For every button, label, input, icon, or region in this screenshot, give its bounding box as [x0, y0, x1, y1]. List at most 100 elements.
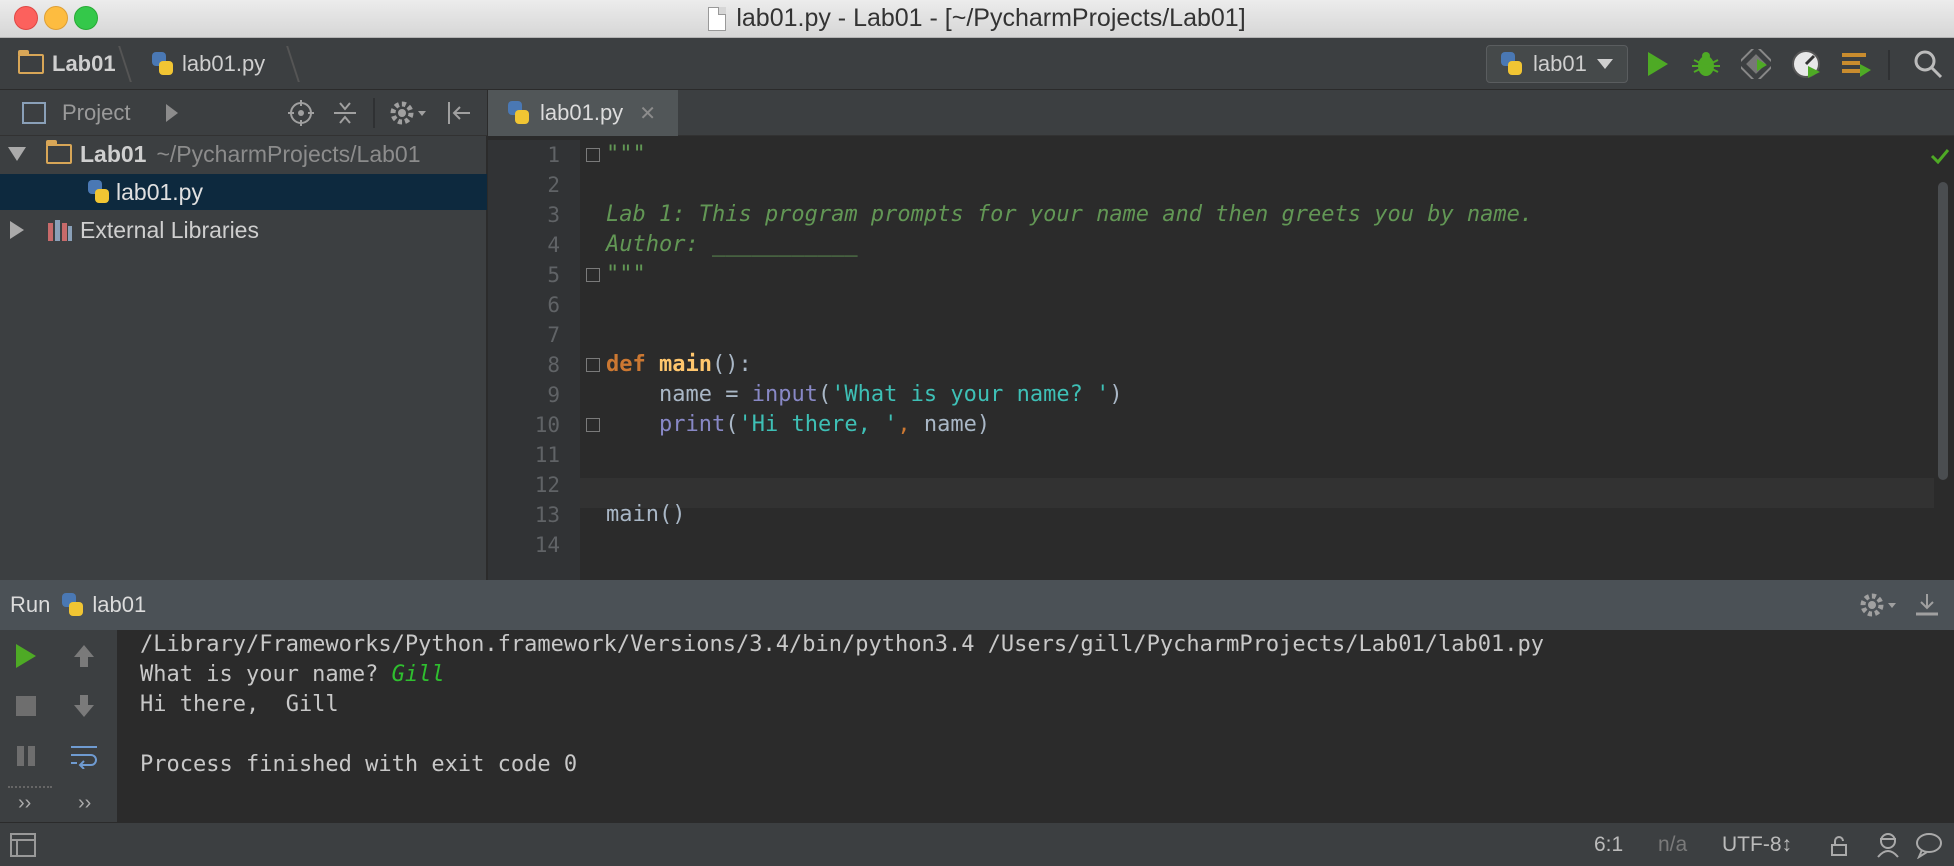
line-number: 4	[547, 233, 560, 257]
run-configuration-select[interactable]: lab01	[1486, 45, 1628, 83]
more-actions-icon[interactable]: ››	[18, 792, 31, 815]
breadcrumb-file[interactable]: lab01.py	[150, 38, 265, 90]
folder-icon	[18, 50, 44, 74]
concurrency-icon	[1842, 53, 1871, 77]
fold-marker-icon[interactable]	[586, 148, 600, 162]
line-number: 2	[547, 173, 560, 197]
expand-arrow-icon[interactable]	[8, 147, 26, 161]
gear-icon[interactable]	[390, 100, 430, 126]
fold-marker-icon[interactable]	[586, 418, 600, 432]
scroll-from-source-icon[interactable]	[288, 100, 314, 126]
lock-icon[interactable]	[1830, 835, 1850, 857]
code-token: (	[725, 412, 739, 437]
keyword-token: def	[606, 352, 659, 377]
python-icon	[60, 592, 84, 618]
run-button[interactable]	[1640, 46, 1676, 82]
status-bar: 6:1 n/a UTF-8↕	[0, 822, 1954, 866]
console-prompt: What is your name?	[140, 662, 392, 687]
line-number: 10	[534, 413, 560, 437]
inspector-icon[interactable]	[1874, 831, 1902, 859]
hide-panel-icon[interactable]	[446, 100, 472, 126]
python-file-icon	[506, 100, 530, 126]
close-tab-icon[interactable]: ✕	[639, 101, 656, 126]
code-line-13: main()	[606, 502, 686, 527]
python-icon	[1499, 51, 1523, 77]
chevron-down-icon	[1596, 59, 1613, 69]
gear-icon[interactable]	[1860, 592, 1900, 618]
run-panel-title: Run	[10, 592, 51, 617]
project-pane-header: Project	[0, 90, 487, 136]
tool-windows-icon[interactable]	[10, 833, 36, 857]
line-number: 14	[534, 533, 560, 557]
scroll-up-button[interactable]	[66, 638, 102, 674]
caret-row-highlight	[580, 478, 1934, 508]
code-token: name =	[606, 382, 752, 407]
run-console[interactable]: /Library/Frameworks/Python.framework/Ver…	[118, 630, 1954, 822]
tab-lab01-py[interactable]: lab01.py ✕	[488, 90, 678, 136]
console-output-line: Hi there, Gill	[140, 692, 339, 717]
rerun-button[interactable]	[8, 638, 44, 674]
tree-item-label: Lab01	[80, 140, 147, 167]
function-name-token: main	[658, 352, 712, 377]
folder-icon	[46, 140, 72, 164]
code-line-10: print('Hi there, ', name)	[606, 410, 990, 440]
code-line-8: def main():	[606, 350, 752, 380]
fold-marker-icon[interactable]	[586, 268, 600, 282]
profile-button[interactable]	[1788, 46, 1824, 82]
tree-item-external-libraries[interactable]: External Libraries	[0, 212, 487, 248]
coverage-icon	[1741, 49, 1771, 79]
line-separator[interactable]: n/a	[1658, 823, 1687, 866]
hide-panel-icon[interactable]	[1914, 592, 1940, 618]
caret-position[interactable]: 6:1	[1594, 823, 1623, 866]
code-token: name)	[910, 412, 991, 437]
breadcrumb-project[interactable]: Lab01	[18, 38, 116, 90]
fold-marker-icon[interactable]	[586, 358, 600, 372]
pause-icon	[17, 746, 35, 766]
more-actions-icon[interactable]: ››	[78, 792, 91, 815]
console-prompt-line: What is your name? Gill	[140, 660, 445, 690]
project-pane-title[interactable]: Project	[62, 100, 130, 126]
line-number: 1	[547, 143, 560, 167]
run-with-coverage-button[interactable]	[1738, 46, 1774, 82]
line-number: 11	[534, 443, 560, 467]
zoom-window-button[interactable]	[74, 6, 98, 30]
string-token: 'What is your name? '	[831, 382, 1110, 407]
editor-scrollbar[interactable]	[1938, 182, 1948, 480]
debug-button[interactable]	[1688, 46, 1724, 82]
file-encoding[interactable]: UTF-8↕	[1722, 823, 1792, 866]
code-line-9: name = input('What is your name? ')	[606, 380, 1123, 410]
expand-arrow-icon[interactable]	[10, 221, 24, 239]
line-number-gutter: 1 2 3 4 5 6 7 8 9 10 11 12 13 14	[488, 140, 580, 580]
search-everywhere-button[interactable]	[1910, 46, 1946, 82]
scroll-down-button[interactable]	[66, 688, 102, 724]
arrow-down-icon	[74, 695, 94, 717]
run-panel-config[interactable]: lab01	[92, 592, 146, 618]
editor-tab-bar: lab01.py ✕	[488, 90, 1954, 136]
line-number: 9	[547, 383, 560, 407]
chevron-right-icon[interactable]	[166, 104, 178, 122]
collapse-all-icon[interactable]	[332, 100, 358, 126]
soft-wrap-button[interactable]	[66, 738, 102, 774]
close-window-button[interactable]	[14, 6, 38, 30]
run-concurrency-button[interactable]	[1838, 46, 1874, 82]
run-configuration-label: lab01	[1533, 51, 1587, 76]
event-log-icon[interactable]	[1914, 831, 1944, 859]
stop-icon	[16, 696, 36, 716]
code-token: )	[1109, 382, 1123, 407]
builtin-token: print	[606, 412, 726, 437]
toolbar-divider	[8, 786, 52, 788]
tree-item-path: ~/PycharmProjects/Lab01	[156, 140, 421, 167]
stop-button[interactable]	[8, 688, 44, 724]
builtin-token: input	[751, 382, 818, 407]
line-number: 6	[547, 293, 560, 317]
minimize-window-button[interactable]	[44, 6, 68, 30]
tree-item-lab01-py[interactable]: lab01.py	[0, 174, 487, 210]
tree-item-project-root[interactable]: Lab01 ~/PycharmProjects/Lab01	[0, 136, 487, 172]
toolbar-divider	[1888, 50, 1890, 80]
line-number: 7	[547, 323, 560, 347]
code-editor[interactable]: """ Lab 1: This program prompts for your…	[580, 140, 1934, 580]
breadcrumb-file-label: lab01.py	[182, 51, 266, 76]
soft-wrap-icon	[71, 746, 97, 769]
pause-button[interactable]	[8, 738, 44, 774]
run-toolbar: ›› ››	[0, 630, 118, 822]
